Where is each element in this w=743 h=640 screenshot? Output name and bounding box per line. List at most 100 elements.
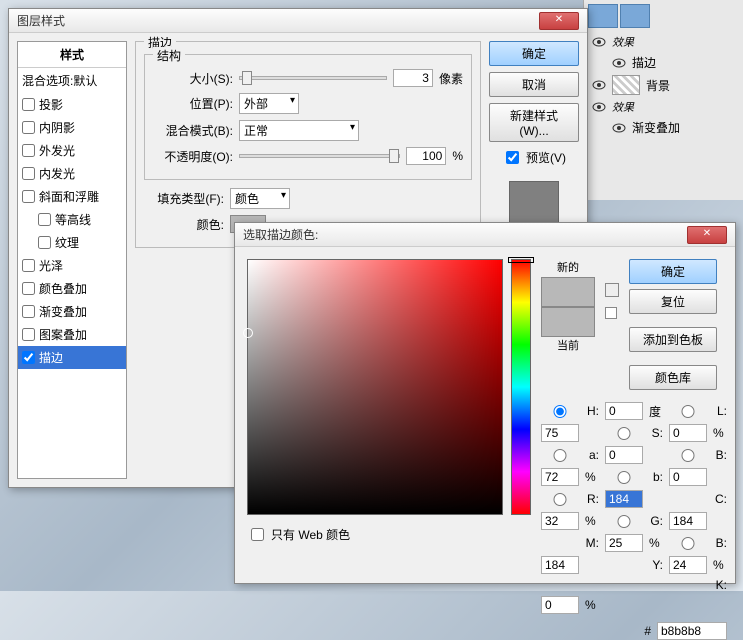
k-input[interactable] (541, 596, 579, 614)
style-checkbox[interactable] (22, 328, 35, 341)
opacity-slider[interactable] (239, 154, 400, 158)
style-item[interactable]: 斜面和浮雕 (18, 185, 126, 208)
style-checkbox[interactable] (22, 190, 35, 203)
style-item[interactable]: 内发光 (18, 162, 126, 185)
blend-mode-dropdown[interactable]: 正常 (239, 120, 359, 141)
l-input[interactable] (541, 424, 579, 442)
size-slider[interactable] (239, 76, 387, 80)
style-checkbox[interactable] (38, 236, 51, 249)
b2-input[interactable] (669, 468, 707, 486)
style-checkbox[interactable] (22, 121, 35, 134)
style-item[interactable]: 外发光 (18, 139, 126, 162)
reset-button[interactable]: 复位 (629, 289, 717, 314)
current-color-swatch[interactable] (541, 307, 595, 337)
g-radio[interactable] (605, 515, 643, 528)
gamut-swatch[interactable] (605, 307, 617, 319)
color-values-grid: H:度 L: S:% a: B:% b: R: C:% G: M:% B: Y:… (541, 402, 727, 614)
hex-input[interactable] (657, 622, 727, 640)
a-input[interactable] (605, 446, 643, 464)
titlebar[interactable]: 选取描边颜色: ✕ (235, 223, 735, 247)
c-input[interactable] (541, 512, 579, 530)
bv-radio[interactable] (669, 449, 707, 462)
new-style-button[interactable]: 新建样式(W)... (489, 103, 579, 142)
r-label: R: (585, 492, 599, 506)
style-checkbox[interactable] (38, 213, 51, 226)
h-radio[interactable] (541, 405, 579, 418)
layer-sub-row[interactable]: 渐变叠加 (584, 117, 743, 138)
layer-sub-row[interactable]: 描边 (584, 52, 743, 73)
style-list-header: 样式 (18, 42, 126, 68)
h-input[interactable] (605, 402, 643, 420)
gamut-warning-icon[interactable] (605, 283, 619, 297)
style-checkbox[interactable] (22, 259, 35, 272)
style-checkbox[interactable] (22, 167, 35, 180)
style-item[interactable]: 投影 (18, 93, 126, 116)
layer-label: 背景 (646, 77, 670, 94)
y-input[interactable] (669, 556, 707, 574)
style-checkbox[interactable] (22, 98, 35, 111)
close-button[interactable]: ✕ (539, 12, 579, 30)
cancel-button[interactable]: 取消 (489, 72, 579, 97)
a-radio[interactable] (541, 449, 579, 462)
web-only-checkbox[interactable] (251, 528, 264, 541)
style-label: 等高线 (55, 211, 91, 228)
fill-type-dropdown[interactable]: 颜色 (230, 188, 290, 209)
r-radio[interactable] (541, 493, 579, 506)
y-unit: % (713, 558, 727, 572)
style-item[interactable]: 渐变叠加 (18, 300, 126, 323)
size-input[interactable] (393, 69, 433, 87)
l-radio[interactable] (669, 405, 707, 418)
hue-slider[interactable] (511, 259, 531, 515)
s-radio[interactable] (605, 427, 643, 440)
layer-label: 描边 (632, 54, 656, 71)
s-unit: % (713, 426, 727, 440)
close-button[interactable]: ✕ (687, 226, 727, 244)
l-label: L: (713, 404, 727, 418)
size-unit: 像素 (439, 70, 463, 87)
eye-icon (612, 123, 626, 133)
style-item[interactable]: 内阴影 (18, 116, 126, 139)
layers-tabs (584, 0, 743, 32)
style-list: 样式 混合选项:默认 投影内阴影外发光内发光斜面和浮雕等高线纹理光泽颜色叠加渐变… (17, 41, 127, 479)
titlebar[interactable]: 图层样式 ✕ (9, 9, 587, 33)
g-label: G: (649, 514, 663, 528)
style-checkbox[interactable] (22, 282, 35, 295)
ok-button[interactable]: 确定 (489, 41, 579, 66)
b-rgb-radio[interactable] (669, 537, 707, 550)
blending-options-row[interactable]: 混合选项:默认 (18, 68, 126, 93)
style-item[interactable]: 等高线 (18, 208, 126, 231)
preview-checkbox[interactable] (506, 151, 519, 164)
g-input[interactable] (669, 512, 707, 530)
layer-tab[interactable] (588, 4, 618, 28)
b-rgb-input[interactable] (541, 556, 579, 574)
bv-input[interactable] (541, 468, 579, 486)
h-label: H: (585, 404, 599, 418)
style-checkbox[interactable] (22, 351, 35, 364)
style-checkbox[interactable] (22, 305, 35, 318)
style-label: 纹理 (55, 234, 79, 251)
style-item[interactable]: 图案叠加 (18, 323, 126, 346)
color-field[interactable] (247, 259, 503, 515)
add-swatch-button[interactable]: 添加到色板 (629, 327, 717, 352)
color-lib-button[interactable]: 颜色库 (629, 365, 717, 390)
b-radio[interactable] (605, 471, 643, 484)
opacity-input[interactable] (406, 147, 446, 165)
layer-effect-row[interactable]: 效果 (584, 97, 743, 117)
style-item[interactable]: 颜色叠加 (18, 277, 126, 300)
position-dropdown[interactable]: 外部 (239, 93, 299, 114)
ok-button[interactable]: 确定 (629, 259, 717, 284)
s-input[interactable] (669, 424, 707, 442)
layer-tab[interactable] (620, 4, 650, 28)
m-input[interactable] (605, 534, 643, 552)
layer-effect-row[interactable]: 效果 (584, 32, 743, 52)
style-item[interactable]: 光泽 (18, 254, 126, 277)
color-picker-dialog: 选取描边颜色: ✕ 只有 Web 颜色 新的 (234, 222, 736, 584)
style-checkbox[interactable] (22, 144, 35, 157)
style-item[interactable]: 描边 (18, 346, 126, 369)
layer-row[interactable]: 背景 (584, 73, 743, 97)
r-input[interactable] (605, 490, 643, 508)
style-item[interactable]: 纹理 (18, 231, 126, 254)
layers-panel: 效果 描边 背景 效果 渐变叠加 (583, 0, 743, 200)
position-label: 位置(P): (153, 95, 233, 112)
style-label: 内发光 (39, 165, 75, 182)
